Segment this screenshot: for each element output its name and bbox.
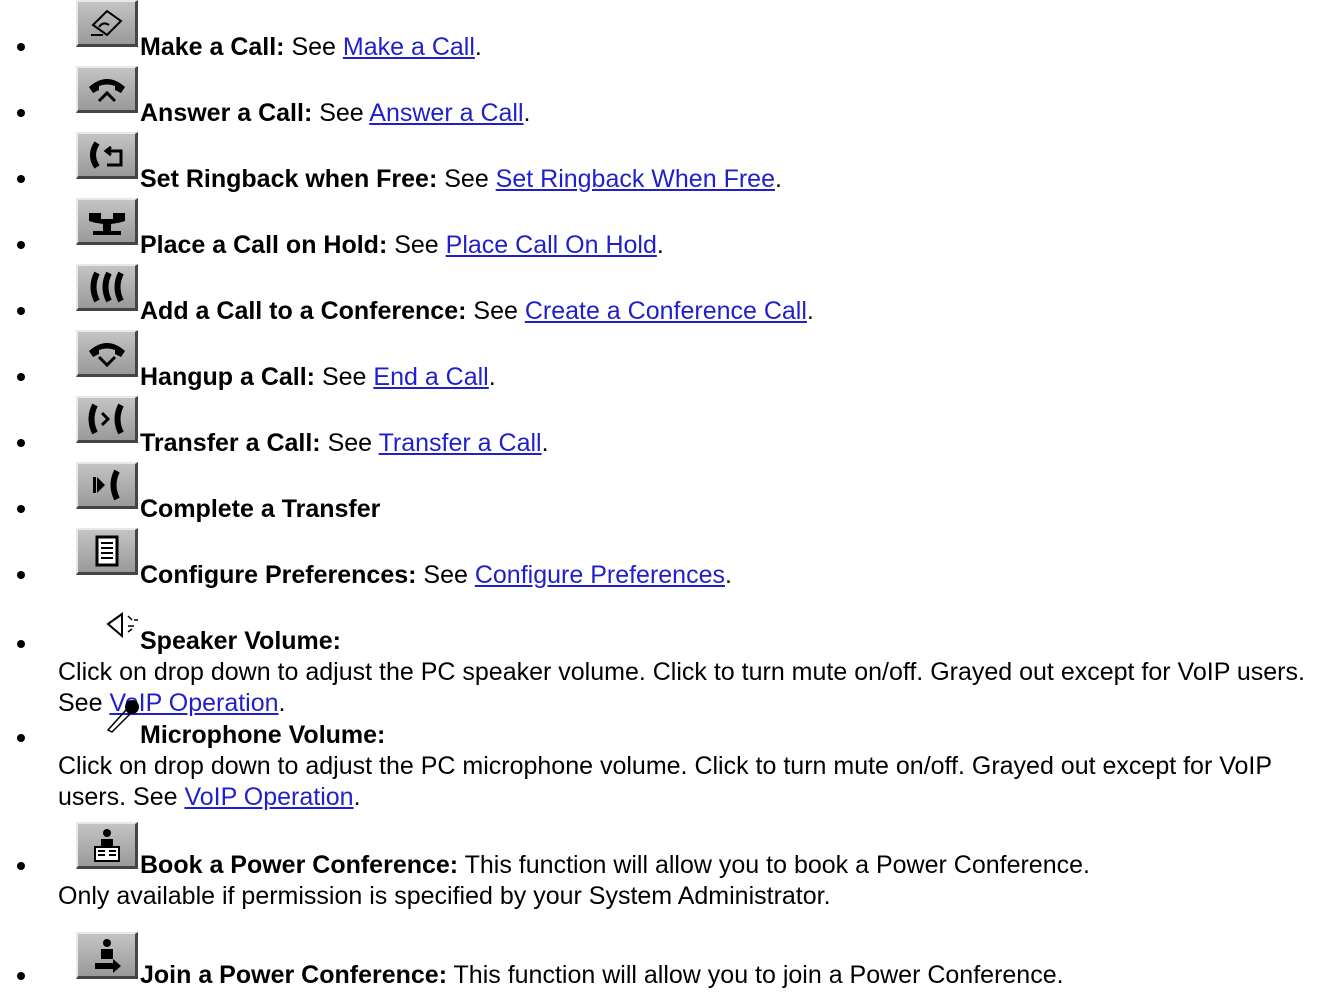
period: . <box>278 689 286 717</box>
bullet <box>17 373 25 381</box>
see-text: See <box>437 165 496 193</box>
item-text: Answer a Call: See Answer a Call. <box>140 98 530 128</box>
transfer-a-call-link[interactable]: Transfer a Call <box>379 429 542 457</box>
item-text: Place a Call on Hold: See Place Call On … <box>140 230 664 260</box>
voip-operation-link[interactable]: VoIP Operation <box>184 783 353 811</box>
hangup-icon[interactable] <box>76 330 138 377</box>
see-text: See <box>466 297 525 325</box>
item-title: Place a Call on Hold: <box>140 231 388 259</box>
create-conference-call-link[interactable]: Create a Conference Call <box>525 297 807 325</box>
answer-call-icon[interactable] <box>76 66 138 113</box>
set-ringback-link[interactable]: Set Ringback When Free <box>496 165 775 193</box>
bullet <box>17 640 25 648</box>
item-description: Click on drop down to adjust the PC spea… <box>58 657 1328 719</box>
period: . <box>353 783 361 811</box>
item-text: Join a Power Conference: This function w… <box>140 960 1064 990</box>
item-text: Hangup a Call: See End a Call. <box>140 362 496 392</box>
configure-preferences-link[interactable]: Configure Preferences <box>475 561 725 589</box>
item-title: Make a Call: <box>140 33 285 61</box>
item-title: Speaker Volume: <box>140 627 342 655</box>
see-text: See <box>284 33 343 61</box>
bullet <box>17 43 25 51</box>
see-text: See <box>315 363 374 391</box>
item-title: Add a Call to a Conference: <box>140 297 467 325</box>
bullet <box>17 175 25 183</box>
period: . <box>724 561 732 589</box>
bullet <box>17 241 25 249</box>
speaker-icon[interactable] <box>104 612 140 640</box>
item-text: Add a Call to a Conference: See Create a… <box>140 296 814 326</box>
period: . <box>774 165 782 193</box>
hold-icon[interactable] <box>76 198 138 245</box>
bullet <box>17 571 25 579</box>
end-a-call-link[interactable]: End a Call <box>373 363 488 391</box>
item-title: Book a Power Conference: <box>140 851 459 879</box>
bullet <box>17 109 25 117</box>
complete-transfer-icon[interactable] <box>76 462 138 509</box>
item-body-text: This function will allow you to join a P… <box>447 961 1064 989</box>
item-description: Only available if permission is specifie… <box>58 881 1328 912</box>
item-title: Hangup a Call: <box>140 363 316 391</box>
ringback-icon[interactable] <box>76 132 138 179</box>
transfer-icon[interactable] <box>76 396 138 443</box>
bullet <box>17 439 25 447</box>
item-text: Complete a Transfer <box>140 494 380 524</box>
see-text: See <box>320 429 379 457</box>
period: . <box>474 33 482 61</box>
make-call-icon[interactable] <box>76 0 138 47</box>
item-title: Complete a Transfer <box>140 495 381 523</box>
place-call-on-hold-link[interactable]: Place Call On Hold <box>446 231 657 259</box>
period: . <box>541 429 549 457</box>
item-description: Click on drop down to adjust the PC micr… <box>58 751 1328 813</box>
item-title: Configure Preferences: <box>140 561 417 589</box>
item-text: Microphone Volume: <box>140 720 385 750</box>
bullet <box>17 505 25 513</box>
item-title: Answer a Call: <box>140 99 313 127</box>
see-text: See <box>416 561 475 589</box>
see-text: See <box>312 99 370 127</box>
item-text: Book a Power Conference: This function w… <box>140 850 1090 880</box>
item-title: Set Ringback when Free: <box>140 165 438 193</box>
item-text: Set Ringback when Free: See Set Ringback… <box>140 164 782 194</box>
item-text: Configure Preferences: See Configure Pre… <box>140 560 732 590</box>
bullet <box>17 734 25 742</box>
period: . <box>656 231 664 259</box>
item-text: Transfer a Call: See Transfer a Call. <box>140 428 549 458</box>
item-title: Transfer a Call: <box>140 429 321 457</box>
item-body-text: This function will allow you to book a P… <box>458 851 1090 879</box>
bullet <box>17 972 25 980</box>
answer-a-call-link[interactable]: Answer a Call <box>369 99 523 127</box>
preferences-icon[interactable] <box>76 528 138 575</box>
bullet <box>17 862 25 870</box>
bullet <box>17 307 25 315</box>
conference-icon[interactable] <box>76 264 138 311</box>
make-a-call-link[interactable]: Make a Call <box>343 33 475 61</box>
item-text: Speaker Volume: <box>140 626 341 656</box>
join-conference-icon[interactable] <box>76 932 138 979</box>
period: . <box>806 297 814 325</box>
item-title: Microphone Volume: <box>140 721 386 749</box>
description-text: Only available if permission is specifie… <box>58 882 831 910</box>
book-conference-icon[interactable] <box>76 822 138 869</box>
item-title: Join a Power Conference: <box>140 961 448 989</box>
microphone-icon[interactable] <box>104 698 140 734</box>
see-text: See <box>387 231 446 259</box>
period: . <box>523 99 531 127</box>
period: . <box>488 363 496 391</box>
item-text: Make a Call: See Make a Call. <box>140 32 482 62</box>
